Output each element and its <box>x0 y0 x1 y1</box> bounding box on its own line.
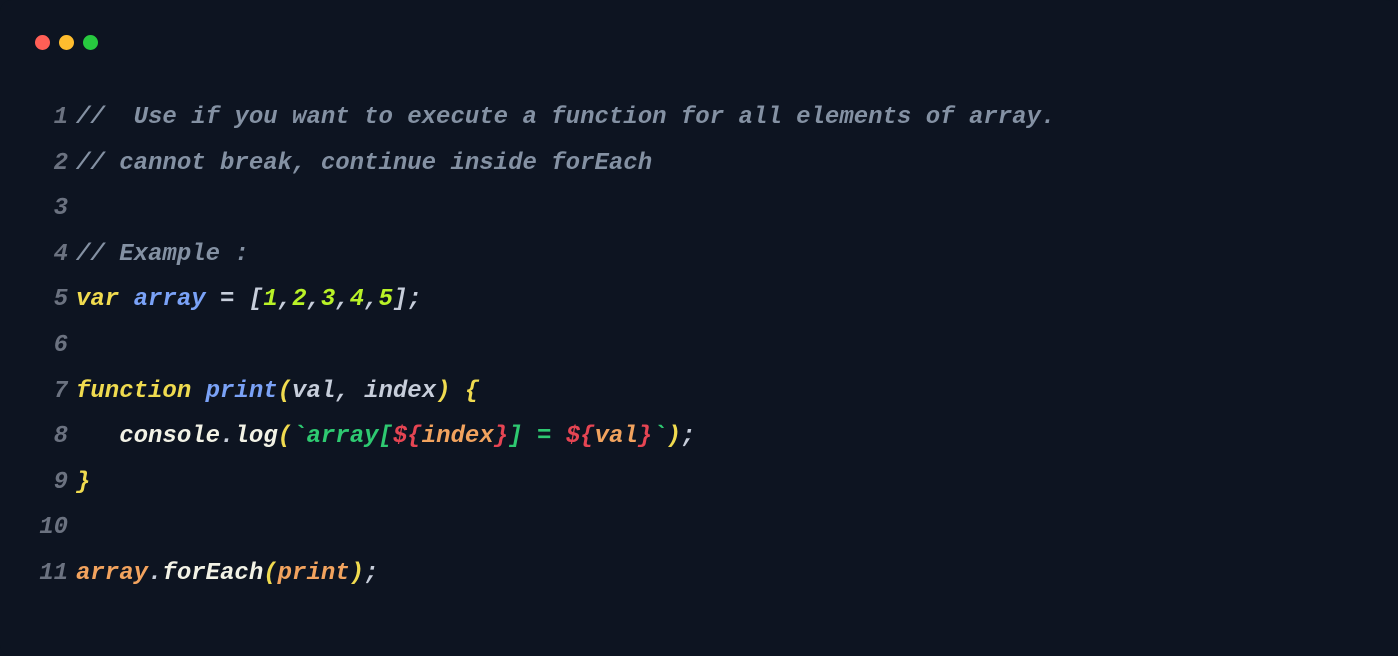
code-token: 5 <box>379 286 393 313</box>
code-token: } <box>76 469 90 496</box>
maximize-icon[interactable] <box>83 35 98 50</box>
line-content[interactable]: function print(val, index) { <box>76 369 1368 415</box>
code-line[interactable]: 10 <box>30 505 1368 551</box>
code-token: , <box>364 286 378 313</box>
line-content[interactable]: // Example : <box>76 232 1368 278</box>
code-token <box>119 286 133 313</box>
code-token: index <box>422 423 494 450</box>
line-content[interactable]: array.forEach(print); <box>76 551 1368 597</box>
code-editor[interactable]: 1 // Use if you want to execute a functio… <box>0 50 1398 627</box>
code-token: . <box>220 423 234 450</box>
code-token: } <box>494 423 508 450</box>
code-token: 4 <box>350 286 364 313</box>
code-token: } <box>638 423 652 450</box>
line-content[interactable]: // Use if you want to execute a function… <box>76 95 1368 141</box>
code-token: forEach <box>162 560 263 587</box>
code-token: val <box>292 378 335 405</box>
code-token: , <box>335 378 349 405</box>
code-token: print <box>206 378 278 405</box>
line-number: 5 <box>30 277 68 323</box>
code-line[interactable]: 5var array = [1,2,3,4,5]; <box>30 277 1368 323</box>
code-token: console <box>119 423 220 450</box>
line-number: 8 <box>30 414 68 460</box>
code-token: ( <box>263 560 277 587</box>
code-token: ( <box>278 423 292 450</box>
code-token: , <box>306 286 320 313</box>
line-number: 10 <box>30 505 68 551</box>
code-token: log <box>234 423 277 450</box>
code-token: ${ <box>393 423 422 450</box>
code-token: . <box>148 560 162 587</box>
code-token: ` <box>652 423 666 450</box>
code-token: { <box>465 378 479 405</box>
code-line[interactable]: 1 // Use if you want to execute a functio… <box>30 95 1368 141</box>
code-line[interactable]: 8 console.log(`array[${index}] = ${val}`… <box>30 414 1368 460</box>
line-content[interactable] <box>76 323 1368 369</box>
code-token <box>191 378 205 405</box>
code-line[interactable]: 3 <box>30 186 1368 232</box>
code-token: var <box>76 286 119 313</box>
code-line[interactable]: 9} <box>30 460 1368 506</box>
line-number: 3 <box>30 186 68 232</box>
line-content[interactable]: var array = [1,2,3,4,5]; <box>76 277 1368 323</box>
code-token: ] = <box>508 423 566 450</box>
code-line[interactable]: 7function print(val, index) { <box>30 369 1368 415</box>
code-token: ]; <box>393 286 422 313</box>
code-token: ( <box>278 378 292 405</box>
line-content[interactable]: // cannot break, continue inside forEach <box>76 141 1368 187</box>
code-token: // cannot break, continue inside forEach <box>76 150 652 177</box>
code-token: ) <box>350 560 364 587</box>
code-line[interactable]: 2 // cannot break, continue inside forEac… <box>30 141 1368 187</box>
code-token: val <box>595 423 638 450</box>
code-token <box>350 378 364 405</box>
line-number: 6 <box>30 323 68 369</box>
code-token: ${ <box>566 423 595 450</box>
code-token: array <box>76 560 148 587</box>
code-token: array <box>134 286 206 313</box>
code-token <box>206 286 220 313</box>
line-number: 2 <box>30 141 68 187</box>
code-line[interactable]: 4 // Example : <box>30 232 1368 278</box>
code-token: ; <box>681 423 695 450</box>
line-number: 11 <box>30 551 68 597</box>
code-token: print <box>278 560 350 587</box>
line-number: 7 <box>30 369 68 415</box>
line-content[interactable] <box>76 186 1368 232</box>
line-number: 4 <box>30 232 68 278</box>
code-token: , <box>335 286 349 313</box>
code-token: 2 <box>292 286 306 313</box>
code-token: , <box>278 286 292 313</box>
code-token: = <box>220 286 234 313</box>
code-token <box>451 378 465 405</box>
code-token: `array[ <box>292 423 393 450</box>
code-line[interactable]: 11array.forEach(print); <box>30 551 1368 597</box>
editor-window: 1 // Use if you want to execute a functio… <box>0 0 1398 656</box>
minimize-icon[interactable] <box>59 35 74 50</box>
code-token: ; <box>364 560 378 587</box>
code-token: 3 <box>321 286 335 313</box>
line-content[interactable]: console.log(`array[${index}] = ${val}`); <box>76 414 1368 460</box>
code-token: index <box>364 378 436 405</box>
line-number: 1 <box>30 95 68 141</box>
code-token <box>234 286 248 313</box>
code-token: // Use if you want to execute a function… <box>76 104 1055 131</box>
close-icon[interactable] <box>35 35 50 50</box>
code-token: 1 <box>263 286 277 313</box>
code-token: ) <box>667 423 681 450</box>
line-content[interactable] <box>76 505 1368 551</box>
code-line[interactable]: 6 <box>30 323 1368 369</box>
code-token: [ <box>249 286 263 313</box>
line-number: 9 <box>30 460 68 506</box>
code-token <box>76 423 119 450</box>
code-token: ) <box>436 378 450 405</box>
code-token: // Example : <box>76 241 249 268</box>
line-content[interactable]: } <box>76 460 1368 506</box>
window-titlebar <box>0 0 1398 50</box>
code-token: function <box>76 378 191 405</box>
